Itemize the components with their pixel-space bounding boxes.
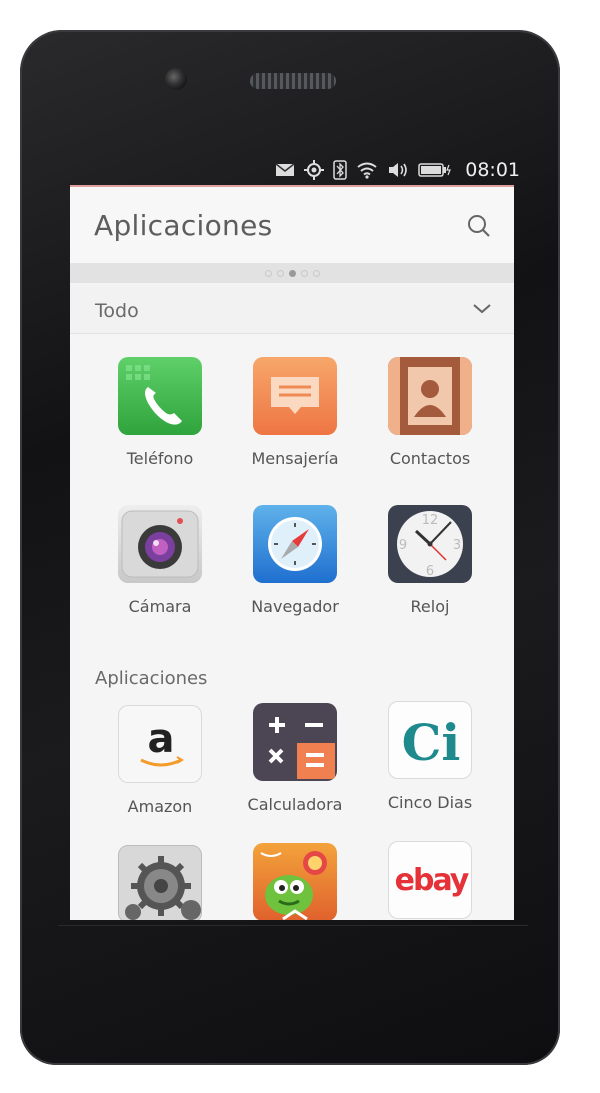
app-reloj[interactable]: 12 3 6 9 Reloj xyxy=(360,505,500,616)
ebay-logo-text: ebay xyxy=(395,863,470,898)
app-label: Teléfono xyxy=(126,449,194,468)
amazon-logo-text: a xyxy=(148,716,175,762)
page-indicator xyxy=(70,263,514,283)
app-telefono[interactable]: Teléfono xyxy=(90,357,230,468)
app-label: Cinco Dias xyxy=(387,793,473,812)
earpiece-speaker xyxy=(250,73,336,89)
app-settings[interactable] xyxy=(90,845,230,920)
browser-icon xyxy=(253,505,337,583)
ebay-icon: ebay xyxy=(388,841,472,919)
battery-icon xyxy=(418,163,452,177)
app-cut-the-rope[interactable] xyxy=(225,843,365,920)
page-title: Aplicaciones xyxy=(94,209,273,242)
calculator-icon xyxy=(253,703,337,781)
app-navegador[interactable]: Navegador xyxy=(225,505,365,616)
status-bar: 08:01 xyxy=(230,155,520,185)
app-label: Calculadora xyxy=(247,795,343,814)
category-filter[interactable]: Todo xyxy=(70,285,514,334)
app-mensajeria[interactable]: Mensajería xyxy=(225,357,365,468)
amazon-icon: a xyxy=(118,705,202,783)
app-amazon[interactable]: a Amazon xyxy=(90,705,230,816)
app-cinco-dias[interactable]: Ci Cinco Dias xyxy=(360,701,500,812)
app-grid: Teléfono Mensajería Contactos Cámara Nav… xyxy=(70,335,514,920)
app-label: Contactos xyxy=(389,449,471,468)
page-dot[interactable] xyxy=(312,269,320,277)
wifi-icon xyxy=(356,161,378,179)
app-label: Navegador xyxy=(251,597,339,616)
chevron-down-icon xyxy=(473,304,491,314)
app-drawer-screen: Aplicaciones Todo Teléfono Mensajería Co… xyxy=(70,185,514,920)
app-label: Mensajería xyxy=(251,449,339,468)
page-dot[interactable] xyxy=(300,269,308,277)
front-camera xyxy=(165,68,187,90)
clock-icon: 12 3 6 9 xyxy=(388,505,472,583)
settings-gears-icon xyxy=(118,845,202,920)
screen-bottom-edge xyxy=(58,925,528,926)
volume-icon xyxy=(387,162,409,178)
app-label: Amazon xyxy=(127,797,193,816)
clock-numeral: 12 xyxy=(422,513,439,528)
app-ebay[interactable]: ebay xyxy=(360,841,500,919)
bluetooth-icon xyxy=(333,160,347,180)
status-clock: 08:01 xyxy=(465,159,520,181)
app-label: Cámara xyxy=(128,597,192,616)
location-icon xyxy=(304,160,325,180)
messaging-icon xyxy=(253,357,337,435)
header: Aplicaciones xyxy=(70,185,514,265)
clock-numeral: 3 xyxy=(453,538,461,553)
clock-numeral: 6 xyxy=(426,564,434,579)
search-icon xyxy=(468,215,490,237)
app-contactos[interactable]: Contactos xyxy=(360,357,500,468)
page-dot[interactable] xyxy=(276,269,284,277)
clock-numeral: 9 xyxy=(399,538,407,553)
page-dot[interactable] xyxy=(264,269,272,277)
cinco-dias-logo-text: Ci xyxy=(402,713,461,772)
camera-icon xyxy=(118,505,202,583)
mail-icon xyxy=(275,163,295,177)
cut-the-rope-icon xyxy=(253,843,337,920)
search-button[interactable] xyxy=(466,213,492,239)
app-camara[interactable]: Cámara xyxy=(90,505,230,616)
contacts-icon xyxy=(388,357,472,435)
app-calculadora[interactable]: Calculadora xyxy=(225,703,365,814)
cinco-dias-icon: Ci xyxy=(388,701,472,779)
app-label: Reloj xyxy=(410,597,450,616)
section-title: Aplicaciones xyxy=(95,668,208,689)
filter-label: Todo xyxy=(95,300,139,322)
phone-icon xyxy=(118,357,202,435)
page-dot-active[interactable] xyxy=(288,269,296,277)
